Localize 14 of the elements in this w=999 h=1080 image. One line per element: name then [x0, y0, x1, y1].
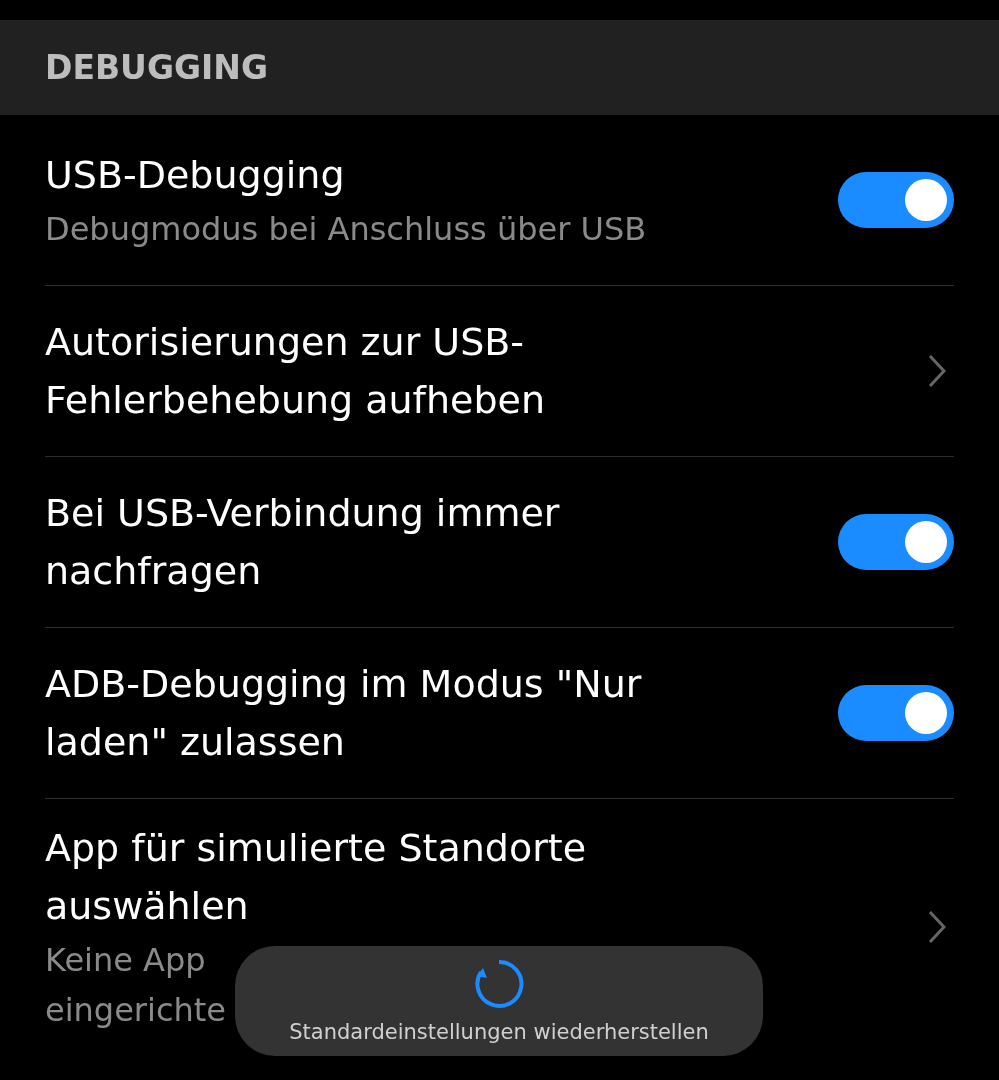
setting-row[interactable]: USB-Debugging Debugmodus bei Anschluss über USB [45, 115, 954, 286]
section-title: DEBUGGING [45, 48, 269, 87]
setting-subtitle: Keine App [45, 940, 206, 981]
toast-text: Standardeinstellungen wiederherstellen [289, 1020, 709, 1044]
setting-subtitle: eingerichte [45, 990, 226, 1031]
setting-row[interactable]: ADB-Debugging im Modus "Nur laden" zulassen [45, 628, 954, 799]
setting-row[interactable]: Bei USB-Verbindung immer nachfragen [45, 457, 954, 628]
setting-title: Bei USB-Verbindung immer nachfragen [45, 490, 561, 595]
setting-title: App für simulierte Standorte auswählen [45, 825, 588, 930]
setting-title: Autorisierungen zur USB-Fehlerbehebung aufheben [45, 319, 547, 424]
setting-subtitle: Debugmodus bei Anschluss über USB [45, 209, 648, 250]
setting-title: USB-Debugging [45, 152, 346, 199]
setting-row[interactable]: Autorisierungen zur USB-Fehlerbehebung aufheben [45, 286, 954, 457]
setting-title: ADB-Debugging im Modus "Nur laden" zulassen [45, 661, 643, 766]
